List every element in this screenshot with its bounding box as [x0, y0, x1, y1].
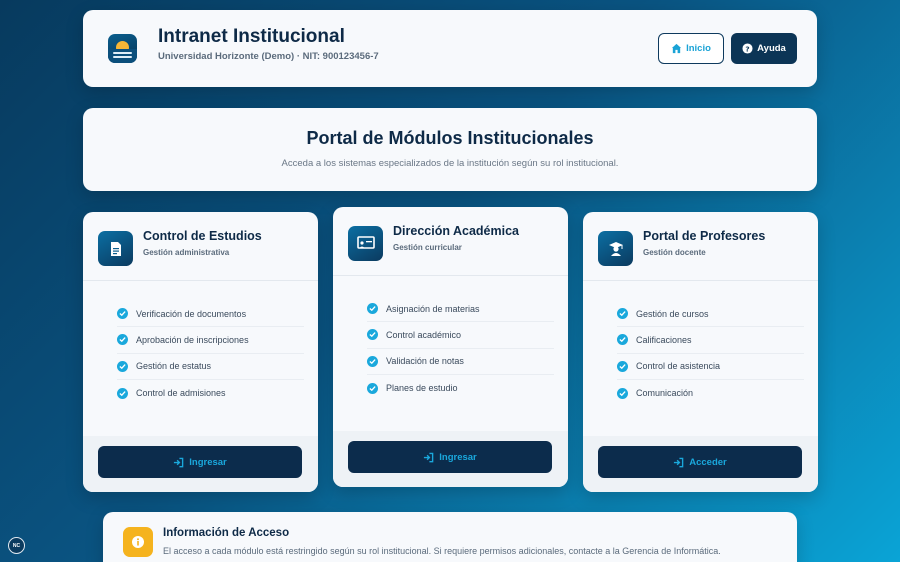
list-item: Gestión de estatus [117, 354, 304, 380]
sign-in-icon [424, 452, 434, 462]
app-title: Intranet Institucional [158, 26, 345, 47]
module-feature-list: Asignación de materias Control académico… [367, 296, 554, 401]
info-title: Información de Acceso [163, 527, 290, 539]
check-icon [617, 334, 628, 346]
module-subtitle: Gestión administrativa [143, 248, 230, 257]
portal-banner: Portal de Módulos Institucionales Acceda… [83, 108, 817, 191]
nc-badge[interactable]: NC [8, 537, 25, 554]
sign-in-icon [674, 457, 684, 467]
check-icon [117, 334, 128, 346]
module-header: Dirección Académica Gestión curricular [333, 207, 568, 276]
institution-subtitle: Universidad Horizonte (Demo) · NIT: 9001… [158, 51, 379, 62]
list-item: Comunicación [617, 380, 804, 406]
module-header: Control de Estudios Gestión administrati… [83, 212, 318, 281]
check-icon [117, 308, 128, 320]
module-header: Portal de Profesores Gestión docente [583, 212, 818, 281]
svg-text:?: ? [746, 44, 750, 53]
module-feature-list: Gestión de cursos Calificaciones Control… [617, 301, 804, 406]
sign-in-icon [174, 457, 184, 467]
module-footer: Ingresar [333, 431, 568, 487]
list-item: Aprobación de inscripciones [117, 327, 304, 354]
check-icon [367, 355, 378, 367]
list-item: Control académico [367, 322, 554, 349]
module-enter-button[interactable]: Ingresar [348, 441, 552, 473]
module-subtitle: Gestión curricular [393, 243, 462, 252]
institution-logo [108, 34, 137, 63]
module-card-portal-profesores: Portal de Profesores Gestión docente Ges… [583, 212, 818, 492]
home-button-label: Inicio [686, 43, 711, 54]
module-enter-label: Ingresar [189, 456, 227, 468]
check-icon [117, 387, 128, 399]
teacher-icon [598, 231, 633, 266]
module-feature-list: Verificación de documentos Aprobación de… [117, 301, 304, 406]
check-icon [617, 360, 628, 372]
help-button[interactable]: ? Ayuda [731, 33, 797, 64]
list-item: Verificación de documentos [117, 301, 304, 328]
list-item: Planes de estudio [367, 375, 554, 401]
help-icon: ? [742, 43, 753, 54]
module-card-control-estudios: Control de Estudios Gestión administrati… [83, 212, 318, 492]
module-enter-label: Ingresar [439, 451, 477, 463]
info-text: El acceso a cada módulo está restringido… [163, 546, 721, 556]
check-icon [617, 308, 628, 320]
module-card-direccion-academica: Dirección Académica Gestión curricular A… [333, 207, 568, 487]
help-button-label: Ayuda [757, 43, 786, 54]
module-title: Control de Estudios [143, 229, 262, 243]
info-icon [123, 527, 153, 557]
module-subtitle: Gestión docente [643, 248, 706, 257]
list-item: Gestión de cursos [617, 301, 804, 328]
check-icon [617, 387, 628, 399]
module-title: Dirección Académica [393, 224, 519, 238]
list-item: Validación de notas [367, 349, 554, 375]
module-access-button[interactable]: Acceder [598, 446, 802, 478]
module-footer: Acceder [583, 436, 818, 492]
check-icon [367, 382, 378, 394]
access-info-card: Información de Acceso El acceso a cada m… [103, 512, 797, 562]
module-access-label: Acceder [689, 456, 727, 468]
portal-subtitle: Acceda a los sistemas especializados de … [281, 158, 619, 169]
check-icon [117, 360, 128, 372]
portal-title: Portal de Módulos Institucionales [306, 128, 594, 148]
check-icon [367, 303, 378, 315]
module-enter-button[interactable]: Ingresar [98, 446, 302, 478]
list-item: Control de asistencia [617, 354, 804, 380]
presentation-board-icon [348, 226, 383, 261]
list-item: Calificaciones [617, 327, 804, 354]
home-icon [672, 43, 682, 54]
document-icon [98, 231, 133, 266]
list-item: Asignación de materias [367, 296, 554, 323]
list-item: Control de admisiones [117, 380, 304, 406]
module-footer: Ingresar [83, 436, 318, 492]
header-bar: Intranet Institucional Universidad Horiz… [83, 10, 817, 87]
check-icon [367, 329, 378, 341]
module-title: Portal de Profesores [643, 229, 766, 243]
home-button[interactable]: Inicio [658, 33, 724, 64]
